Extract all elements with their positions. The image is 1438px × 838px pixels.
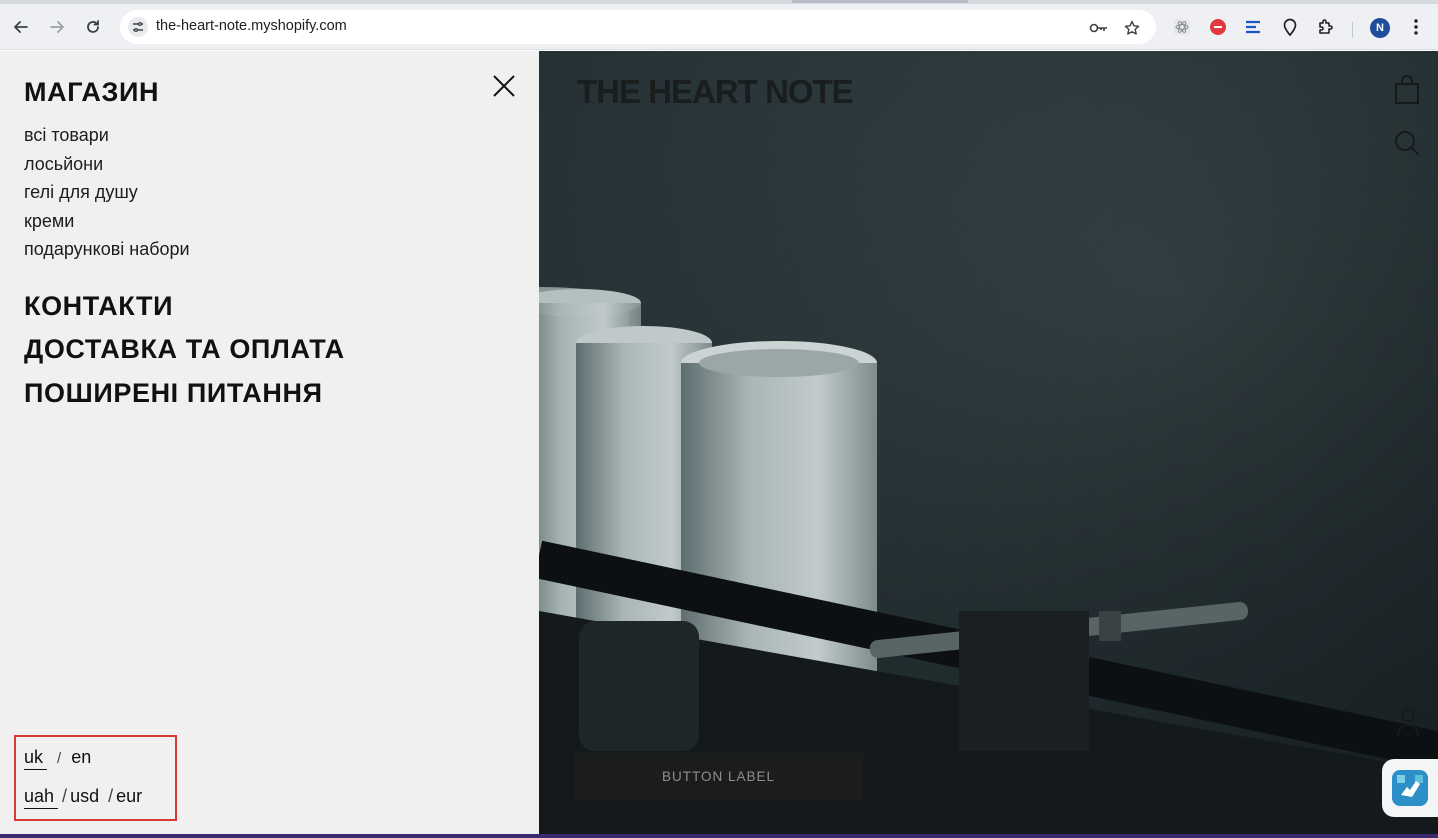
close-icon[interactable] — [491, 73, 517, 99]
password-key-icon[interactable] — [1088, 17, 1110, 39]
separator: / — [108, 786, 114, 806]
separator: / — [57, 750, 62, 767]
user-icon[interactable] — [1396, 707, 1420, 742]
currency-uah[interactable]: uah — [24, 786, 59, 809]
search-icon[interactable] — [1393, 129, 1421, 162]
menu-item-all-products[interactable]: всі товари — [24, 125, 190, 154]
delivery-payment-link[interactable]: ДОСТАВКА ТА ОПЛАТА — [24, 334, 345, 365]
contacts-link[interactable]: КОНТАКТИ — [24, 291, 173, 322]
shop-heading[interactable]: МАГАЗИН — [24, 77, 159, 108]
extension-blue-icon[interactable] — [1242, 16, 1264, 38]
brand-logo[interactable]: THE HEART NOTE — [577, 73, 854, 111]
hero-section: THE HEART NOTE BUTTON LABEL — [539, 51, 1438, 838]
extension-red-icon[interactable] — [1207, 16, 1229, 38]
language-en[interactable]: en — [71, 747, 91, 768]
help-hand-icon[interactable] — [1382, 759, 1438, 817]
faq-link[interactable]: ПОШИРЕНІ ПИТАННЯ — [24, 378, 323, 409]
tab-indicator — [792, 0, 968, 3]
back-arrow-icon[interactable] — [7, 13, 35, 41]
menu-item-gift-sets[interactable]: подарункові набори — [24, 239, 190, 268]
hero-image — [539, 51, 1438, 838]
currency-selector: uah / usd / eur — [24, 786, 142, 809]
reload-icon[interactable] — [79, 13, 107, 41]
address-bar[interactable]: the-heart-note.myshopify.com — [120, 10, 1156, 44]
shop-submenu: всі товари лосьйони гелі для душу креми … — [24, 125, 190, 268]
language-uk[interactable]: uk — [24, 747, 48, 770]
puzzle-extensions-icon[interactable] — [1315, 16, 1337, 38]
menu-item-lotions[interactable]: лосьйони — [24, 154, 190, 183]
toolbar-divider — [1352, 22, 1353, 38]
url-text[interactable]: the-heart-note.myshopify.com — [156, 18, 347, 34]
forward-arrow-icon[interactable] — [43, 13, 71, 41]
navigation-drawer: МАГАЗИН всі товари лосьйони гелі для душ… — [0, 51, 539, 838]
browser-toolbar: the-heart-note.myshopify.com N — [0, 4, 1438, 50]
kebab-menu-icon[interactable] — [1405, 16, 1427, 38]
menu-item-creams[interactable]: креми — [24, 211, 190, 240]
site-info-icon[interactable] — [128, 17, 148, 37]
currency-eur[interactable]: eur — [116, 786, 142, 807]
menu-item-shower-gels[interactable]: гелі для душу — [24, 182, 190, 211]
currency-usd[interactable]: usd — [70, 786, 99, 807]
separator: / — [62, 786, 68, 806]
shopping-bag-icon[interactable] — [1394, 75, 1420, 110]
language-selector: uk / en — [24, 747, 91, 770]
location-pin-icon[interactable] — [1279, 16, 1301, 38]
dock-edge — [0, 834, 1438, 838]
bookmark-star-icon[interactable] — [1121, 17, 1143, 39]
hero-cta-button[interactable]: BUTTON LABEL — [574, 753, 863, 800]
react-devtools-icon[interactable] — [1171, 16, 1193, 38]
profile-avatar[interactable]: N — [1370, 18, 1390, 38]
page: МАГАЗИН всі товари лосьйони гелі для душ… — [0, 51, 1438, 838]
